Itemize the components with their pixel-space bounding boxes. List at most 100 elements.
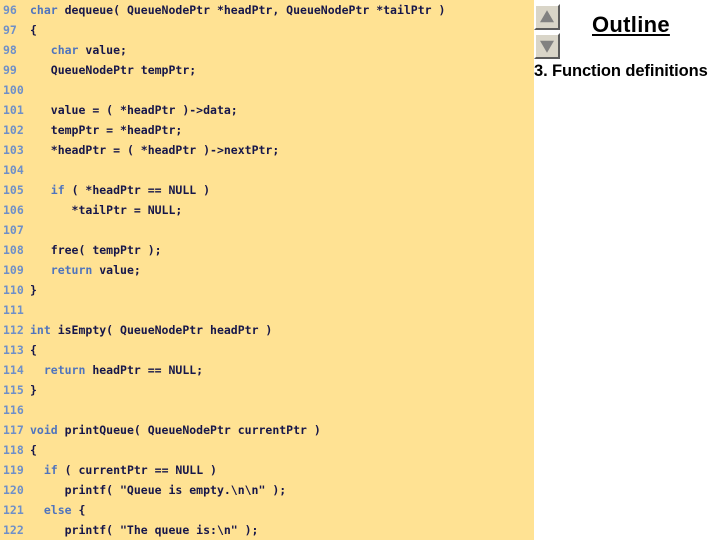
code-keyword: else [43, 503, 72, 517]
outline-heading: Outline [592, 12, 670, 37]
code-line-number: 119 [3, 463, 24, 477]
code-line: 96 char dequeue( QueueNodePtr *headPtr, Q… [0, 0, 534, 20]
code-text: QueueNodePtr tempPtr; [50, 63, 197, 77]
code-line: 120 printf( "Queue is empty.\n\n" ); [0, 480, 534, 500]
code-text: printQueue( QueueNodePtr currentPtr ) [57, 423, 321, 437]
code-line: 98 char value; [0, 40, 534, 60]
code-text: dequeue( QueueNodePtr *headPtr, QueueNod… [57, 3, 446, 17]
code-text: } [30, 383, 37, 397]
code-line: 122 printf( "The queue is:\n" ); [0, 520, 534, 540]
code-line: 106 *tailPtr = NULL; [0, 200, 534, 220]
outline-panel: Outline 3. Function definitions © 2000 P… [534, 0, 720, 540]
code-line: 105 if ( *headPtr == NULL ) [0, 180, 534, 200]
code-text: { [30, 23, 37, 37]
code-line-number: 97 [3, 23, 17, 37]
code-line: 104 [0, 160, 534, 180]
code-text: value; [92, 263, 141, 277]
scroll-button-group [534, 4, 562, 62]
code-line: 108 free( tempPtr ); [0, 240, 534, 260]
code-keyword: char [30, 3, 58, 17]
slide-canvas: 96 char dequeue( QueueNodePtr *headPtr, Q… [0, 0, 720, 540]
code-line-number: 112 [3, 323, 24, 337]
code-line: 100 [0, 80, 534, 100]
code-line-number: 115 [3, 383, 24, 397]
code-text: printf( "Queue is empty.\n\n" ); [64, 483, 287, 497]
code-line-number: 111 [3, 303, 24, 317]
code-text: isEmpty( QueueNodePtr headPtr ) [50, 323, 273, 337]
code-line-number: 98 [3, 43, 17, 57]
code-line-number: 104 [3, 163, 24, 177]
code-line: 113 { [0, 340, 534, 360]
code-line-number: 116 [3, 403, 24, 417]
code-line-number: 100 [3, 83, 24, 97]
code-line-number: 117 [3, 423, 24, 437]
code-keyword: if [50, 183, 65, 197]
code-keyword: void [30, 423, 58, 437]
code-line: 97 { [0, 20, 534, 40]
code-text: { [30, 443, 37, 457]
code-text: value = ( *headPtr )->data; [50, 103, 238, 117]
scroll-up-button[interactable] [534, 4, 560, 30]
scroll-down-button[interactable] [534, 33, 560, 59]
code-keyword: char [50, 43, 79, 57]
code-line-number: 101 [3, 103, 24, 117]
code-line-number: 102 [3, 123, 24, 137]
outline-item[interactable]: 3. Function definitions [534, 60, 720, 82]
code-line: 107 [0, 220, 534, 240]
code-line-number: 113 [3, 343, 24, 357]
code-line-number: 108 [3, 243, 24, 257]
code-line-number: 99 [3, 63, 17, 77]
code-text: *tailPtr = NULL; [71, 203, 183, 217]
code-line-number: 118 [3, 443, 24, 457]
code-line: 109 return value; [0, 260, 534, 280]
code-keyword: return [43, 363, 86, 377]
code-line-number: 96 [3, 3, 17, 17]
code-line-number: 103 [3, 143, 24, 157]
code-line: 112 int isEmpty( QueueNodePtr headPtr ) [0, 320, 534, 340]
code-line: 116 [0, 400, 534, 420]
code-line: 99 QueueNodePtr tempPtr; [0, 60, 534, 80]
outline-item-list: 3. Function definitions [534, 60, 720, 82]
code-line: 101 value = ( *headPtr )->data; [0, 100, 534, 120]
code-line-number: 106 [3, 203, 24, 217]
code-line: 114 return headPtr == NULL; [0, 360, 534, 380]
code-line-number: 107 [3, 223, 24, 237]
code-line: 117 void printQueue( QueueNodePtr current… [0, 420, 534, 440]
code-line-number: 122 [3, 523, 24, 537]
triangle-up-icon [540, 10, 554, 23]
code-line-number: 120 [3, 483, 24, 497]
code-listing: 96 char dequeue( QueueNodePtr *headPtr, Q… [0, 0, 534, 540]
code-keyword: int [30, 323, 51, 337]
code-line: 103 *headPtr = ( *headPtr )->nextPtr; [0, 140, 534, 160]
code-text: } [30, 283, 37, 297]
triangle-down-icon [540, 40, 554, 53]
code-pane: 96 char dequeue( QueueNodePtr *headPtr, Q… [0, 0, 534, 540]
code-line: 118 { [0, 440, 534, 460]
code-text: ( *headPtr == NULL ) [64, 183, 211, 197]
code-line-number: 105 [3, 183, 24, 197]
code-line-number: 114 [3, 363, 24, 377]
code-keyword: return [50, 263, 93, 277]
code-keyword: if [43, 463, 58, 477]
code-line: 119 if ( currentPtr == NULL ) [0, 460, 534, 480]
code-text: headPtr == NULL; [85, 363, 204, 377]
code-text: ( currentPtr == NULL ) [57, 463, 217, 477]
code-text: { [30, 343, 37, 357]
code-text: *headPtr = ( *headPtr )->nextPtr; [50, 143, 280, 157]
code-line: 102 tempPtr = *headPtr; [0, 120, 534, 140]
code-line: 111 [0, 300, 534, 320]
